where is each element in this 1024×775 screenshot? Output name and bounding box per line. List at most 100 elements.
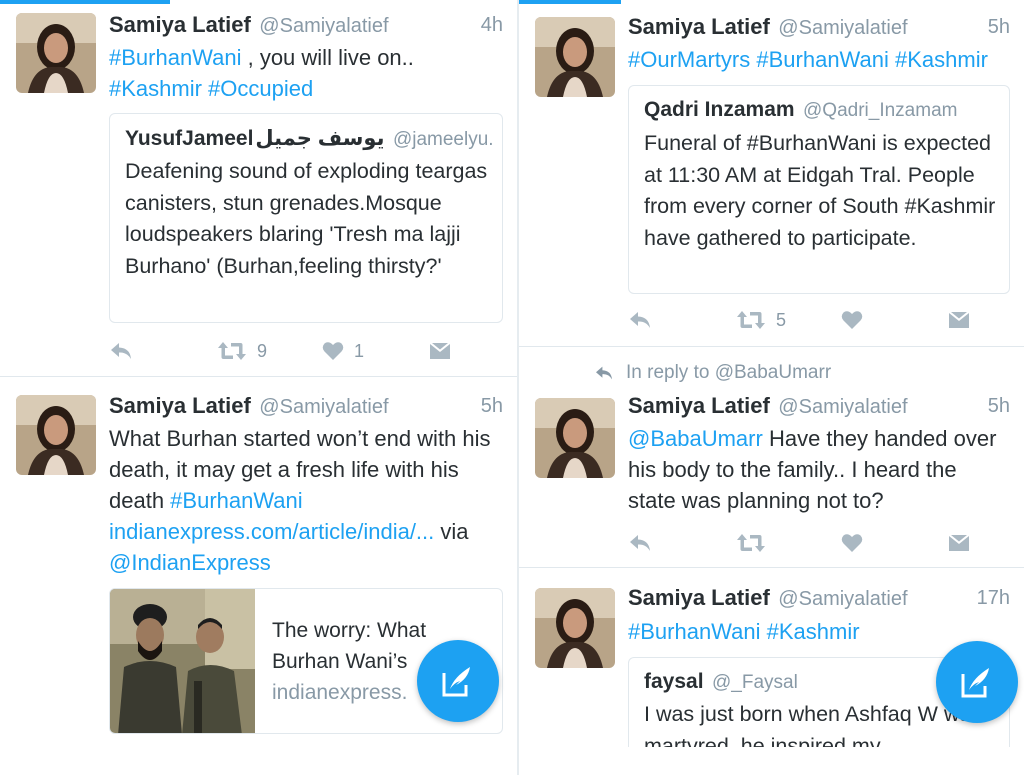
retweet-icon bbox=[218, 342, 246, 360]
tweet[interactable]: In reply to @BabaUmarr Samiya Latief @Sa… bbox=[519, 347, 1024, 568]
tweet-text: #BurhanWani , you will live on.. #Kashmi… bbox=[109, 42, 503, 104]
tweet-actions bbox=[628, 529, 974, 557]
envelope-icon bbox=[949, 312, 969, 328]
tweet[interactable]: Samiya Latief @Samiyalatief 5h #OurMarty… bbox=[519, 0, 1024, 347]
like-button[interactable] bbox=[841, 306, 863, 334]
avatar[interactable] bbox=[535, 588, 615, 668]
tweet-text: #OurMartyrs #BurhanWani #Kashmir bbox=[628, 44, 1010, 75]
hashtag-link[interactable]: #BurhanWani bbox=[170, 488, 302, 513]
quoted-text-part: Funeral of bbox=[644, 131, 747, 155]
hashtag-link[interactable]: #Kashmir bbox=[109, 76, 202, 101]
reply-context[interactable]: In reply to @BabaUmarr bbox=[594, 362, 831, 384]
author-handle[interactable]: @Samiyalatief bbox=[778, 396, 907, 418]
reply-button[interactable] bbox=[628, 529, 652, 557]
retweet-count: 9 bbox=[257, 340, 268, 361]
reply-button[interactable] bbox=[628, 306, 652, 334]
timestamp[interactable]: 4h bbox=[481, 14, 503, 37]
avatar[interactable] bbox=[535, 398, 615, 478]
avatar[interactable] bbox=[16, 395, 96, 475]
hashtag-link[interactable]: #BurhanWani bbox=[628, 619, 760, 644]
quoted-author-handle: @jameelyu... bbox=[392, 129, 492, 150]
retweet-count: 5 bbox=[776, 309, 787, 330]
reply-button[interactable] bbox=[109, 337, 133, 365]
compose-icon bbox=[442, 667, 470, 697]
tweet-header: Samiya Latief @Samiyalatief 17h bbox=[628, 585, 1010, 615]
tweet-actions: 9 1 bbox=[109, 337, 467, 365]
compose-tweet-button[interactable] bbox=[936, 641, 1018, 723]
retweet-button[interactable] bbox=[736, 529, 766, 557]
card-image bbox=[110, 589, 255, 733]
hashtag-link[interactable]: #Kashmir bbox=[767, 619, 860, 644]
like-button[interactable] bbox=[841, 529, 863, 557]
reply-icon bbox=[630, 535, 650, 551]
hashtag-link[interactable]: #BurhanWani bbox=[109, 45, 241, 70]
timestamp[interactable]: 5h bbox=[481, 395, 503, 418]
quoted-author-handle: @Qadri_Inzamam bbox=[803, 100, 958, 121]
hashtag-link[interactable]: #Kashmir bbox=[895, 47, 988, 72]
envelope-icon bbox=[430, 343, 450, 359]
quoted-tweet[interactable]: YusufJameelیوسف جمیل @jameelyu... Deafen… bbox=[109, 113, 503, 323]
quoted-author-name: Qadri Inzamam bbox=[644, 98, 795, 121]
heart-icon bbox=[841, 311, 863, 329]
author-handle[interactable]: @Samiyalatief bbox=[778, 17, 907, 39]
tweet[interactable]: Samiya Latief @Samiyalatief 4h #BurhanWa… bbox=[0, 0, 517, 377]
author-name[interactable]: Samiya Latief bbox=[109, 12, 251, 37]
retweet-button[interactable]: 9 bbox=[217, 337, 267, 365]
author-handle[interactable]: @Samiyalatief bbox=[778, 588, 907, 610]
url-link[interactable]: indianexpress.com/article/india/... bbox=[109, 519, 434, 544]
like-button[interactable]: 1 bbox=[322, 337, 364, 365]
quoted-tweet-text: Deafening sound of exploding teargas can… bbox=[125, 159, 488, 278]
like-count: 1 bbox=[354, 340, 365, 361]
tweet-text: What Burhan started won’t end with his d… bbox=[109, 423, 503, 578]
reply-context-text: In reply to @BabaUmarr bbox=[626, 362, 832, 383]
tweet-actions: 5 bbox=[628, 306, 974, 334]
direct-message-button[interactable] bbox=[429, 337, 451, 365]
reply-icon bbox=[630, 312, 650, 328]
tweet-header: Samiya Latief @Samiyalatief 5h bbox=[628, 393, 1010, 423]
quoted-tweet-header: YusufJameelیوسف جمیل @jameelyu... bbox=[125, 126, 492, 151]
hashtag-link[interactable]: #OurMartyrs bbox=[628, 47, 750, 72]
author-name[interactable]: Samiya Latief bbox=[109, 393, 251, 418]
quoted-author-handle: @_Faysal bbox=[712, 672, 798, 693]
direct-message-button[interactable] bbox=[948, 306, 970, 334]
heart-icon bbox=[841, 534, 863, 552]
avatar[interactable] bbox=[16, 13, 96, 93]
avatar[interactable] bbox=[535, 17, 615, 97]
hashtag-link[interactable]: #BurhanWani bbox=[756, 47, 888, 72]
compose-icon bbox=[961, 668, 989, 698]
quoted-hashtag: #Kashmir bbox=[904, 194, 996, 218]
timestamp[interactable]: 5h bbox=[988, 395, 1010, 418]
compose-tweet-button[interactable] bbox=[417, 640, 499, 722]
author-name[interactable]: Samiya Latief bbox=[628, 585, 770, 610]
quoted-author-name-urdu: یوسف جمیل bbox=[255, 127, 385, 150]
tweet-text: #BurhanWani #Kashmir bbox=[628, 616, 1010, 647]
author-name[interactable]: Samiya Latief bbox=[628, 14, 770, 39]
author-handle[interactable]: @Samiyalatief bbox=[259, 15, 388, 37]
timeline-left: Samiya Latief @Samiyalatief 4h #BurhanWa… bbox=[0, 0, 517, 775]
via-text: via bbox=[434, 519, 469, 544]
tweet-header: Samiya Latief @Samiyalatief 5h bbox=[628, 14, 1010, 44]
author-name[interactable]: Samiya Latief bbox=[628, 393, 770, 418]
envelope-icon bbox=[949, 535, 969, 551]
timestamp[interactable]: 17h bbox=[977, 587, 1010, 610]
tweet-text: @BabaUmarr Have they handed over his bod… bbox=[628, 423, 1010, 516]
quoted-author-name: YusufJameel bbox=[125, 127, 254, 150]
quoted-text-part: have gathered to participate. bbox=[644, 225, 917, 250]
tweet-text-body: , you will live on.. bbox=[241, 45, 414, 70]
direct-message-button[interactable] bbox=[948, 529, 970, 557]
retweet-icon bbox=[737, 311, 765, 329]
timeline-right: Samiya Latief @Samiyalatief 5h #OurMarty… bbox=[519, 0, 1024, 775]
quoted-hashtag: #BurhanWani bbox=[746, 131, 877, 155]
quoted-tweet-text: Funeral of #BurhanWani is expected at 11… bbox=[644, 128, 999, 254]
retweet-icon bbox=[737, 534, 765, 552]
hashtag-link[interactable]: #Occupied bbox=[208, 76, 313, 101]
retweet-button[interactable]: 5 bbox=[736, 306, 786, 334]
quoted-tweet[interactable]: Qadri Inzamam @Qadri_Inzamam Funeral of … bbox=[628, 85, 1010, 294]
timestamp[interactable]: 5h bbox=[988, 16, 1010, 39]
mention-link[interactable]: @IndianExpress bbox=[109, 550, 271, 575]
author-handle[interactable]: @Samiyalatief bbox=[259, 396, 388, 418]
reply-icon bbox=[111, 343, 131, 359]
tweet-header: Samiya Latief @Samiyalatief 4h bbox=[109, 12, 503, 42]
mention-link[interactable]: @BabaUmarr bbox=[628, 426, 763, 451]
quoted-author-name: faysal bbox=[644, 670, 704, 693]
